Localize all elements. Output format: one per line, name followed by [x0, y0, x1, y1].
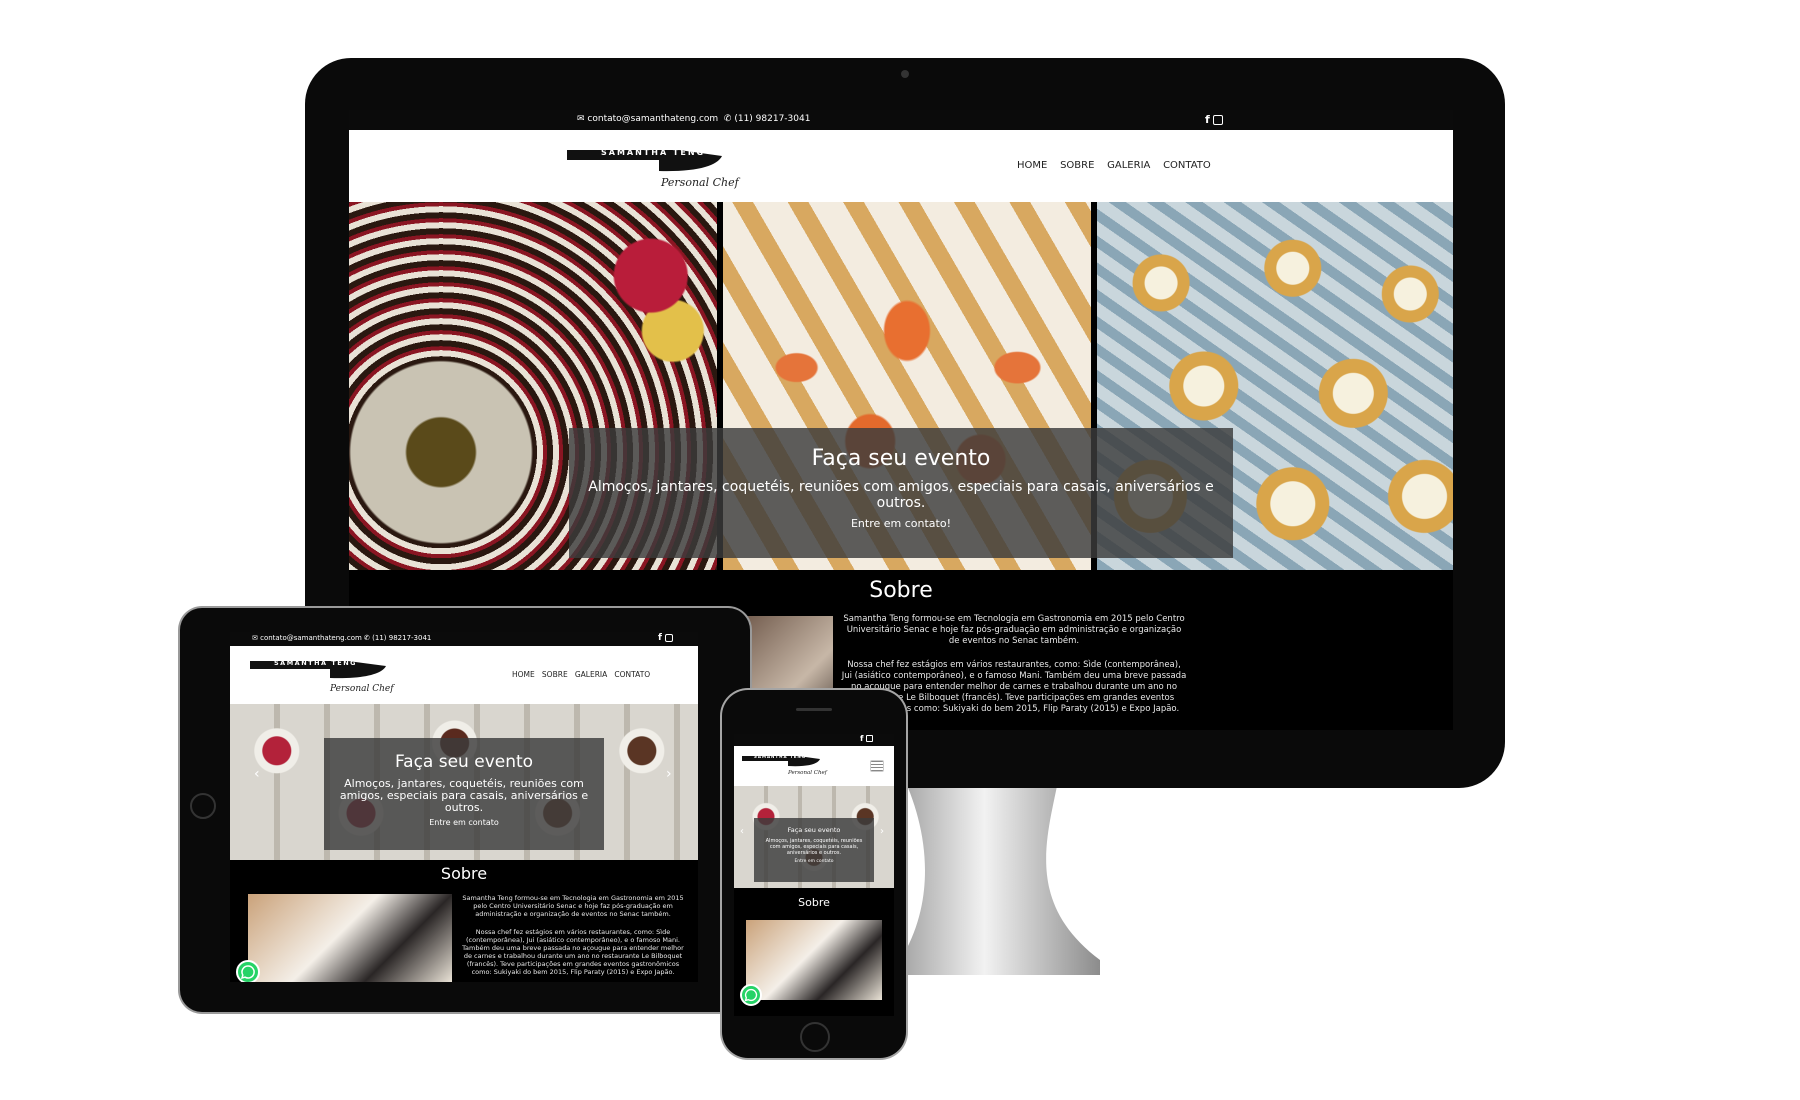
email-link[interactable]: contato@samanthateng.com — [587, 114, 718, 124]
phone-brand-tagline: Personal Chef — [788, 770, 827, 776]
phone-slider-next-arrow[interactable]: › — [880, 826, 884, 837]
tablet-device: ✉ contato@samanthateng.com ✆ (11) 98217-… — [180, 608, 750, 1012]
facebook-icon[interactable]: f — [658, 633, 662, 643]
nav-home[interactable]: HOME — [1017, 160, 1047, 171]
whatsapp-button[interactable] — [236, 960, 260, 982]
hero-cta[interactable]: Entre em contato! — [569, 517, 1233, 530]
tablet-hero-subtitle: Almoços, jantares, coquetéis, reuniões c… — [339, 777, 589, 814]
hero-title: Faça seu evento — [811, 446, 991, 471]
phone-sobre-title: Sobre — [798, 896, 830, 909]
tablet-chef-photo — [248, 894, 452, 982]
instagram-icon[interactable] — [664, 633, 673, 642]
facebook-icon[interactable]: f — [1205, 113, 1210, 126]
whatsapp-icon — [240, 965, 255, 980]
mail-icon: ✉ — [252, 634, 258, 642]
phone-slider-prev-arrow[interactable]: ‹ — [740, 826, 744, 837]
phone-hero-caption: Faça seu evento Almoços, jantares, coque… — [754, 818, 874, 882]
phone-device: f SAMANTHA TENG Personal Chef ‹ › Faça s… — [722, 690, 906, 1058]
slider-next-arrow[interactable]: › — [666, 766, 672, 782]
tablet-nav-contato[interactable]: CONTATO — [614, 670, 650, 679]
tablet-sobre-paragraph-1: Samantha Teng formou-se em Tecnologia em… — [462, 894, 684, 918]
tablet-hero-slider[interactable]: ‹ › Faça seu evento Almoços, jantares, c… — [230, 704, 698, 860]
tablet-sobre-section: Sobre Samantha Teng formou-se em Tecnolo… — [230, 860, 698, 982]
tablet-site-header: SAMANTHA TENG Personal Chef HOME SOBRE G… — [230, 646, 698, 704]
phone-screen: f SAMANTHA TENG Personal Chef ‹ › Faça s… — [734, 734, 894, 1016]
phone-chef-photo — [746, 920, 882, 1000]
slider-prev-arrow[interactable]: ‹ — [254, 766, 260, 782]
phone-site-header: SAMANTHA TENG Personal Chef — [734, 746, 894, 786]
main-nav: HOME SOBRE GALERIA CONTATO — [1017, 160, 1211, 171]
camera-dot — [901, 70, 909, 78]
tablet-nav-home[interactable]: HOME — [512, 670, 535, 679]
instagram-icon[interactable] — [866, 735, 874, 742]
tablet-email-link[interactable]: contato@samanthateng.com — [260, 634, 362, 642]
phone-home-button — [800, 1022, 830, 1052]
facebook-icon[interactable]: f — [860, 734, 863, 743]
site-header: SAMANTHA TENG Personal Chef HOME SOBRE G… — [349, 130, 1453, 202]
tablet-brand-name: SAMANTHA TENG — [274, 659, 357, 667]
tablet-contact-topbar: ✉ contato@samanthateng.com ✆ (11) 98217-… — [230, 632, 698, 646]
sobre-title: Sobre — [869, 578, 933, 603]
mail-icon: ✉ — [577, 114, 585, 124]
phone-hero-title: Faça seu evento — [787, 826, 841, 834]
phone-whatsapp-button[interactable] — [740, 984, 762, 1006]
phone-brand-name: SAMANTHA TENG — [754, 754, 807, 759]
tablet-hero-title: Faça seu evento — [394, 752, 534, 772]
phone-sobre-section: Sobre — [734, 888, 894, 1016]
phone-hero-slider[interactable]: ‹ › Faça seu evento Almoços, jantares, c… — [734, 786, 894, 888]
tablet-hero-cta[interactable]: Entre em contato — [324, 818, 604, 827]
nav-galeria[interactable]: GALERIA — [1107, 160, 1150, 171]
phone-contact-topbar: f — [734, 734, 894, 746]
phone-speaker — [796, 708, 832, 711]
whatsapp-icon — [744, 988, 758, 1002]
sobre-paragraph-1: Samantha Teng formou-se em Tecnologia em… — [843, 614, 1185, 646]
phone-link[interactable]: (11) 98217-3041 — [734, 114, 810, 124]
hamburger-menu-icon[interactable] — [870, 760, 884, 772]
hero-caption: Faça seu evento Almoços, jantares, coque… — [569, 428, 1233, 558]
tablet-nav-galeria[interactable]: GALERIA — [575, 670, 607, 679]
hero-subtitle: Almoços, jantares, coquetéis, reuniões c… — [588, 479, 1214, 511]
tablet-nav-sobre[interactable]: SOBRE — [542, 670, 568, 679]
nav-sobre[interactable]: SOBRE — [1060, 160, 1094, 171]
phone-hero-cta[interactable]: Entre em contato — [754, 859, 874, 864]
tablet-sobre-title: Sobre — [440, 864, 488, 883]
nav-contato[interactable]: CONTATO — [1163, 160, 1211, 171]
tablet-sobre-paragraph-2: Nossa chef fez estágios em vários restau… — [462, 928, 684, 976]
tablet-brand-tagline: Personal Chef — [330, 684, 394, 694]
brand-tagline: Personal Chef — [661, 176, 739, 189]
tablet-main-nav: HOME SOBRE GALERIA CONTATO — [512, 670, 650, 679]
tablet-hero-caption: Faça seu evento Almoços, jantares, coque… — [324, 738, 604, 850]
phone-brand-logo[interactable]: SAMANTHA TENG Personal Chef — [742, 754, 827, 782]
tablet-brand-logo[interactable]: SAMANTHA TENG Personal Chef — [250, 658, 394, 698]
contact-topbar: ✉ contato@samanthateng.com ✆ (11) 98217-… — [349, 110, 1453, 130]
tablet-phone-link[interactable]: (11) 98217-3041 — [372, 634, 431, 642]
tablet-screen: ✉ contato@samanthateng.com ✆ (11) 98217-… — [230, 632, 698, 982]
brand-name: SAMANTHA TENG — [601, 148, 706, 157]
hero-slider[interactable]: Faça seu evento Almoços, jantares, coque… — [349, 202, 1453, 570]
instagram-icon[interactable] — [1213, 115, 1224, 125]
tablet-home-button — [190, 793, 216, 819]
phone-icon: ✆ — [723, 114, 732, 124]
phone-icon: ✆ — [364, 634, 370, 642]
phone-hero-subtitle: Almoços, jantares, coquetéis, reuniões c… — [765, 838, 863, 856]
brand-logo[interactable]: SAMANTHA TENG Personal Chef — [567, 146, 739, 191]
